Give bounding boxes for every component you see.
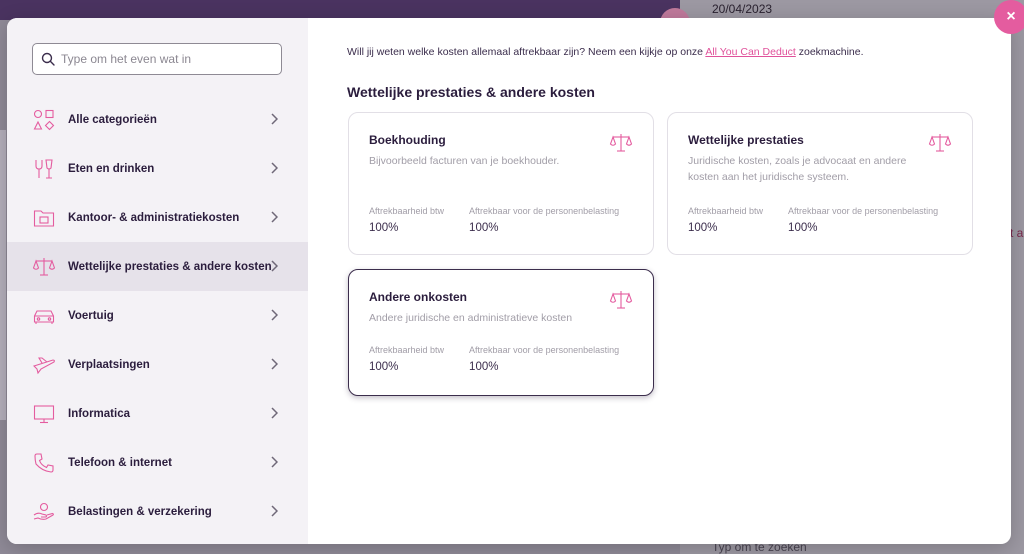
stat-label: Aftrekbaar voor de personenbelasting	[469, 206, 620, 216]
card-title: Boekhouding	[369, 133, 446, 147]
close-button[interactable]: ×	[994, 0, 1024, 34]
category-label: Belastingen & verzekering	[68, 505, 212, 518]
category-item-verplaatsingen[interactable]: Verplaatsingen	[7, 340, 308, 389]
category-label: Telefoon & internet	[68, 456, 172, 469]
monitor-icon	[32, 402, 56, 426]
intro-text: Will jij weten welke kosten allemaal aft…	[347, 46, 864, 58]
category-item-kantoor[interactable]: Kantoor- & administratiekosten	[7, 193, 308, 242]
car-icon	[32, 304, 56, 328]
chevron-right-icon	[271, 358, 278, 370]
stat-label: Aftrekbaar voor de personenbelasting	[469, 345, 620, 355]
category-label: Informatica	[68, 407, 130, 420]
income-tax-deductibility: Aftrekbaar voor de personenbelasting 100…	[469, 345, 619, 373]
insurance-icon	[32, 500, 56, 524]
category-label: Alle categorieën	[68, 113, 157, 126]
scales-icon	[609, 291, 633, 309]
category-sidebar: Alle categorieën Eten en drinken	[7, 18, 308, 544]
chevron-right-icon	[271, 309, 278, 321]
expense-card-boekhouding[interactable]: Boekhouding Bijvoorbeeld facturen van je…	[348, 112, 654, 255]
scales-icon	[32, 255, 56, 279]
folder-icon	[32, 206, 56, 230]
vat-deductibility: Aftrekbaarheid btw 100%	[369, 345, 444, 373]
stat-label: Aftrekbaarheid btw	[369, 206, 445, 216]
category-modal: Alle categorieën Eten en drinken	[7, 18, 1011, 544]
shapes-icon	[32, 108, 56, 132]
intro-text-start: Will jij weten welke kosten allemaal aft…	[347, 46, 706, 58]
card-description: Bijvoorbeeld facturen van je boekhouder.	[369, 155, 560, 167]
close-icon: ×	[1006, 8, 1016, 25]
stat-value: 100%	[469, 361, 499, 373]
stat-value: 100%	[688, 222, 718, 234]
stat-value: 100%	[469, 222, 499, 234]
category-label: Verplaatsingen	[68, 358, 150, 371]
scales-icon	[928, 134, 952, 152]
section-title: Wettelijke prestaties & andere kosten	[347, 84, 595, 100]
category-label: Voertuig	[68, 309, 114, 322]
card-stats: Aftrekbaarheid btw 100% Aftrekbaar voor …	[369, 345, 619, 373]
background-date: 20/04/2023	[712, 2, 773, 16]
expense-card-andere-onkosten[interactable]: Andere onkosten Andere juridische en adm…	[348, 269, 654, 396]
stat-value: 100%	[788, 222, 818, 234]
category-list: Alle categorieën Eten en drinken Kantoor…	[7, 95, 308, 536]
card-title: Wettelijke prestaties	[688, 133, 804, 147]
chevron-right-icon	[271, 162, 278, 174]
category-item-eten-en-drinken[interactable]: Eten en drinken	[7, 144, 308, 193]
income-tax-deductibility: Aftrekbaar voor de personenbelasting 100…	[469, 206, 619, 234]
category-label: Eten en drinken	[68, 162, 155, 175]
card-description: Andere juridische en administratieve kos…	[369, 312, 573, 324]
stat-label: Aftrekbaar voor de personenbelasting	[788, 206, 939, 216]
category-item-wettelijke-prestaties[interactable]: Wettelijke prestaties & andere kosten	[7, 242, 308, 291]
chevron-right-icon	[271, 211, 278, 223]
category-item-voertuig[interactable]: Voertuig	[7, 291, 308, 340]
category-label: Wettelijke prestaties & andere kosten	[68, 260, 272, 273]
stat-value: 100%	[369, 361, 399, 373]
chevron-right-icon	[271, 260, 278, 272]
expense-card-wettelijke-prestaties[interactable]: Wettelijke prestaties Juridische kosten,…	[667, 112, 973, 255]
category-item-belastingen-verzekering[interactable]: Belastingen & verzekering	[7, 487, 308, 536]
category-item-informatica[interactable]: Informatica	[7, 389, 308, 438]
card-stats: Aftrekbaarheid btw 100% Aftrekbaar voor …	[688, 206, 938, 234]
vat-deductibility: Aftrekbaarheid btw 100%	[369, 206, 444, 234]
income-tax-deductibility: Aftrekbaar voor de personenbelasting 100…	[788, 206, 938, 234]
card-description: Juridische kosten, zoals je advocaat en …	[688, 155, 907, 183]
intro-text-end: zoekmachine.	[795, 46, 864, 58]
chevron-right-icon	[271, 505, 278, 517]
background-text-fragment: t a	[1010, 226, 1024, 240]
stat-label: Aftrekbaarheid btw	[369, 345, 445, 355]
search-box[interactable]	[32, 43, 282, 75]
chevron-right-icon	[271, 407, 278, 419]
category-label: Kantoor- & administratiekosten	[68, 211, 240, 224]
background-topbar	[0, 0, 680, 20]
chevron-right-icon	[271, 456, 278, 468]
background-left-strip	[0, 130, 6, 420]
category-item-telefoon-internet[interactable]: Telefoon & internet	[7, 438, 308, 487]
card-stats: Aftrekbaarheid btw 100% Aftrekbaar voor …	[369, 206, 619, 234]
scales-icon	[609, 134, 633, 152]
stat-label: Aftrekbaarheid btw	[688, 206, 764, 216]
category-content: Will jij weten welke kosten allemaal aft…	[308, 18, 1011, 544]
all-you-can-deduct-link[interactable]: All You Can Deduct	[705, 46, 795, 58]
card-title: Andere onkosten	[369, 290, 468, 304]
stat-value: 100%	[369, 222, 399, 234]
phone-icon	[32, 451, 56, 475]
category-item-alle-categorieen[interactable]: Alle categorieën	[7, 95, 308, 144]
search-icon	[41, 52, 55, 66]
chevron-right-icon	[271, 113, 278, 125]
food-drink-icon	[32, 157, 56, 181]
search-input[interactable]	[61, 52, 276, 66]
vat-deductibility: Aftrekbaarheid btw 100%	[688, 206, 763, 234]
airplane-icon	[32, 353, 56, 377]
